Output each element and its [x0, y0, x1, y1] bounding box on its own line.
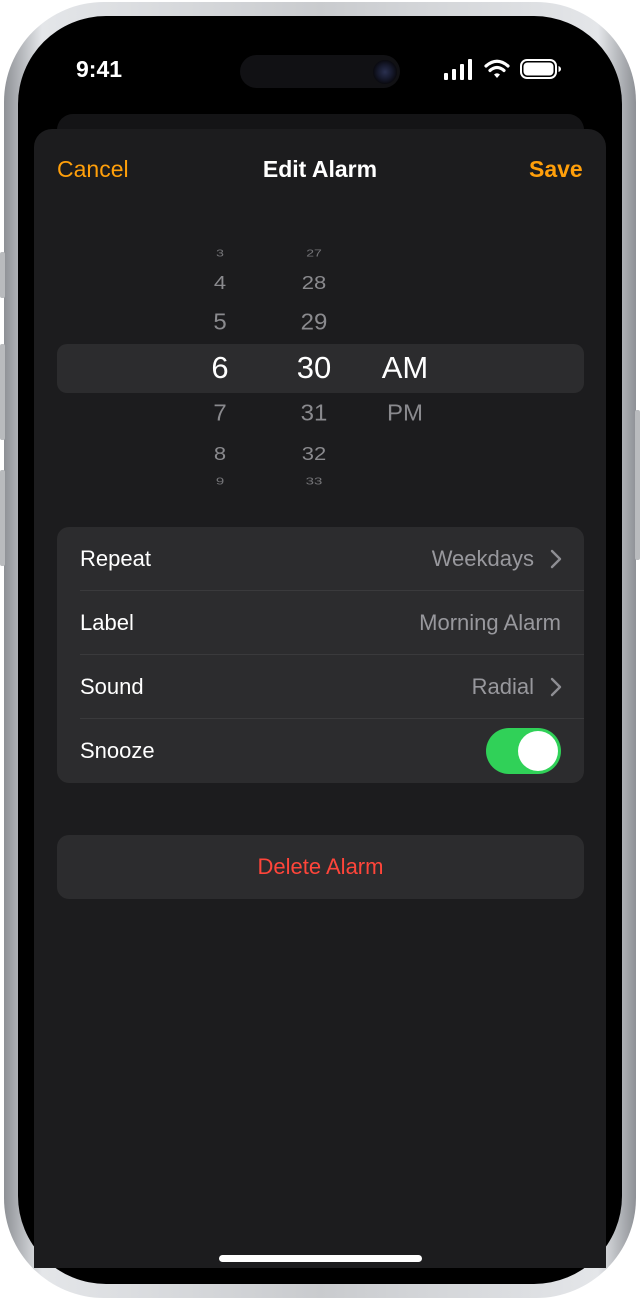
minute-selected: 30 — [296, 350, 332, 385]
minute-option: 28 — [301, 271, 327, 294]
minute-option: 32 — [301, 442, 327, 465]
label-label: Label — [80, 610, 134, 635]
hour-option: 4 — [213, 271, 227, 294]
period-selected: AM — [381, 350, 429, 385]
alarm-settings-list: Repeat Weekdays Label Morning Alarm Soun… — [57, 527, 584, 783]
hour-option: 5 — [213, 309, 227, 336]
chevron-right-icon — [550, 549, 562, 569]
minute-option: 31 — [300, 400, 328, 427]
home-indicator[interactable] — [219, 1255, 422, 1262]
save-button[interactable]: Save — [529, 156, 583, 183]
chevron-right-icon — [550, 677, 562, 697]
snooze-label: Snooze — [80, 738, 155, 763]
sound-row[interactable]: Sound Radial — [57, 655, 584, 719]
side-button — [635, 410, 640, 560]
front-camera — [373, 60, 397, 84]
sound-label: Sound — [80, 674, 144, 699]
volume-down-button — [0, 470, 5, 566]
minute-option: 29 — [300, 309, 328, 336]
hour-option: 3 — [216, 247, 224, 259]
cellular-signal-icon — [444, 58, 474, 80]
repeat-row[interactable]: Repeat Weekdays — [57, 527, 584, 591]
action-button — [0, 252, 5, 298]
battery-icon — [520, 59, 561, 79]
hour-option: 7 — [213, 400, 227, 427]
repeat-label: Repeat — [80, 546, 151, 571]
volume-up-button — [0, 344, 5, 440]
hour-option: 8 — [213, 442, 227, 465]
delete-alarm-button[interactable]: Delete Alarm — [57, 835, 584, 899]
minute-option: 33 — [305, 475, 323, 488]
label-value: Morning Alarm — [419, 610, 561, 635]
period-option: PM — [387, 400, 423, 427]
hour-option: 9 — [215, 475, 225, 488]
snooze-toggle[interactable] — [486, 728, 561, 774]
minute-option: 27 — [306, 247, 322, 259]
wifi-icon — [484, 59, 510, 78]
repeat-value: Weekdays — [431, 546, 534, 571]
delete-alarm-label: Delete Alarm — [257, 854, 384, 879]
toggle-knob — [518, 731, 558, 771]
sound-value: Radial — [471, 674, 534, 699]
label-row[interactable]: Label Morning Alarm — [57, 591, 584, 655]
hour-selected: 6 — [211, 350, 229, 385]
status-time: 9:41 — [76, 56, 123, 82]
